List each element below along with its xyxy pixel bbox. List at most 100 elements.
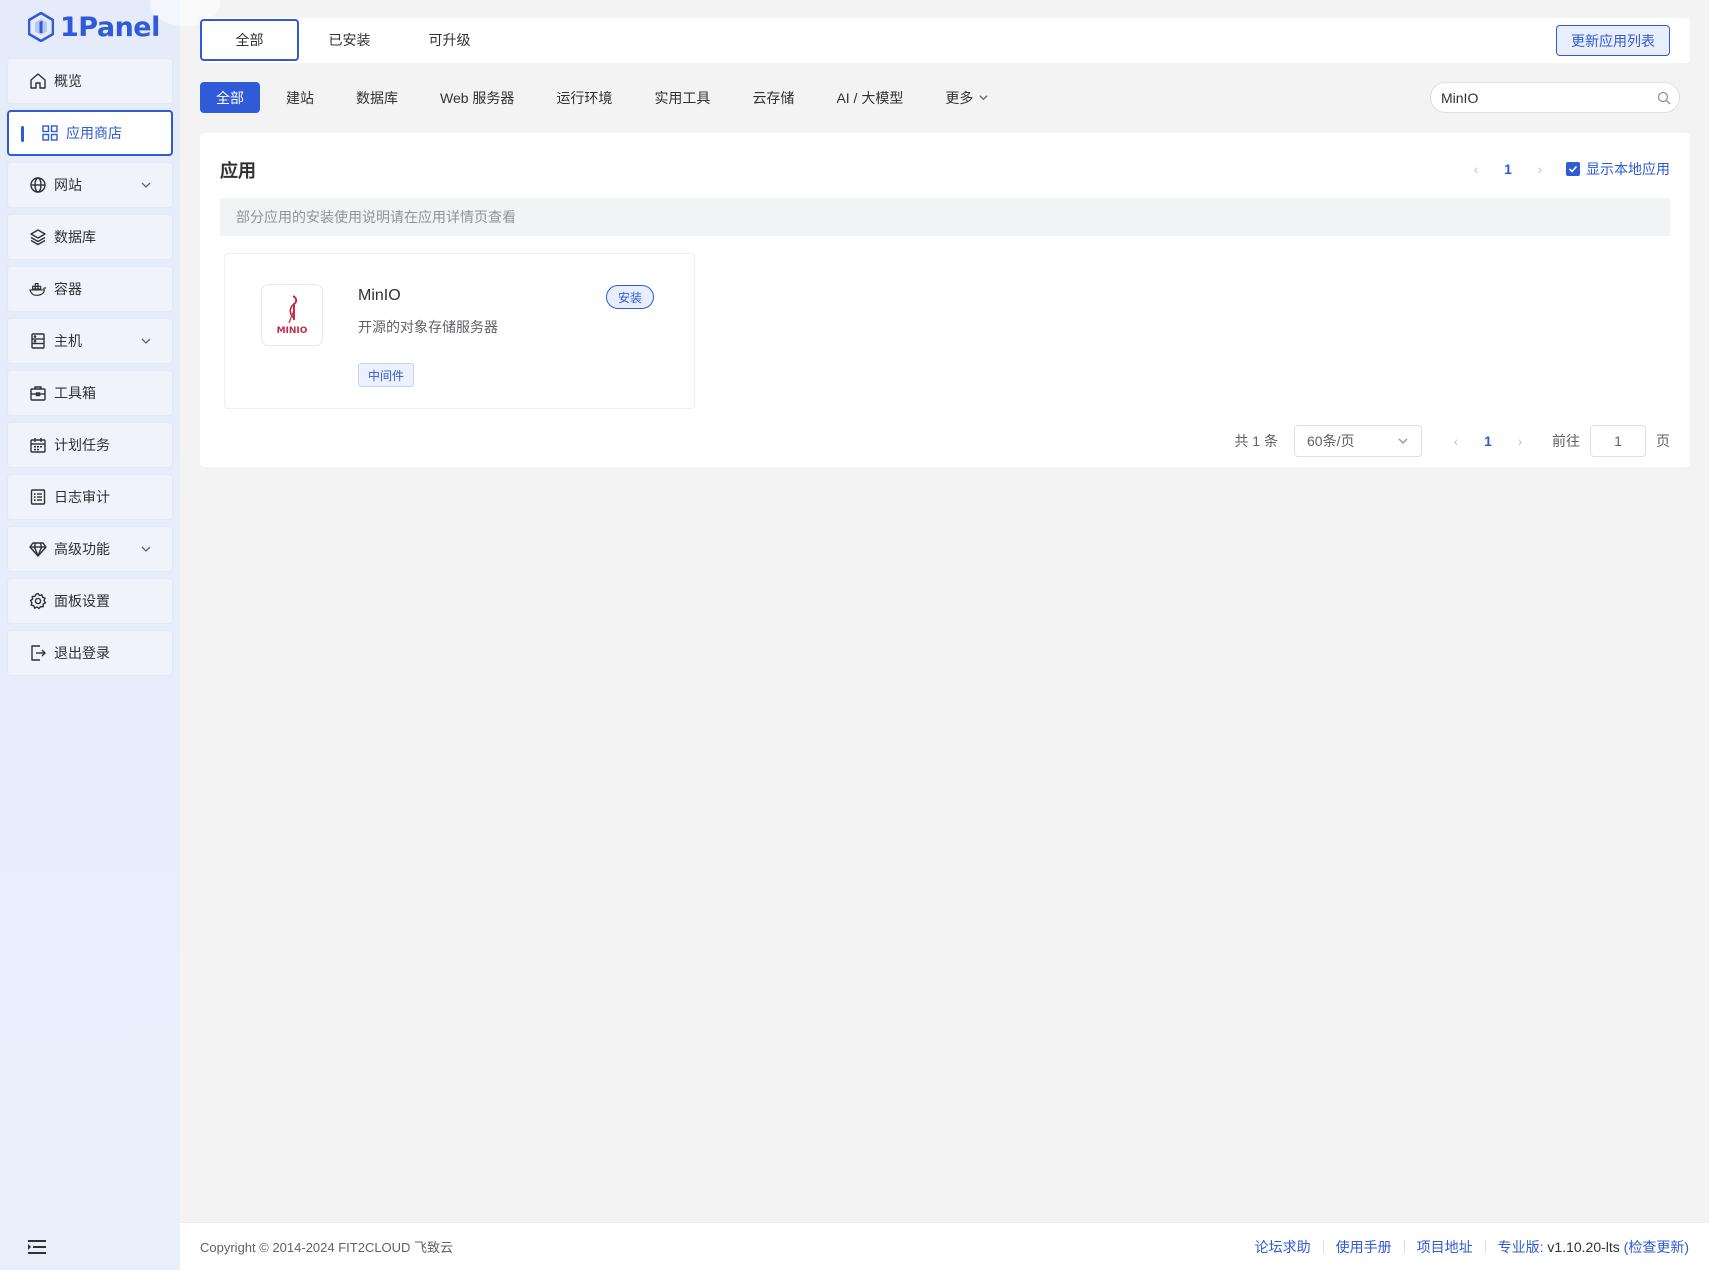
- sidebar-item-label: 容器: [54, 281, 82, 297]
- install-button[interactable]: 安装: [606, 285, 655, 309]
- category-runtime[interactable]: 运行环境: [540, 82, 628, 113]
- category-database[interactable]: 数据库: [340, 82, 414, 113]
- show-local-apps-checkbox[interactable]: 显示本地应用: [1566, 159, 1670, 179]
- sidebar-item-logout[interactable]: 退出登录: [7, 630, 173, 676]
- sidebar: 1Panel 概览 应用商店 网站 数据库 容器 主机 工具箱 计划任务 日志审…: [0, 0, 220, 1270]
- manual-link[interactable]: 使用手册: [1324, 1237, 1404, 1257]
- log-icon: [29, 488, 47, 506]
- diamond-icon: [29, 540, 47, 558]
- server-icon: [29, 332, 47, 350]
- sidebar-item-website[interactable]: 网站: [7, 162, 173, 208]
- minio-logo-text: MINIO: [277, 326, 308, 336]
- category-all[interactable]: 全部: [200, 82, 260, 113]
- current-page[interactable]: 1: [1492, 161, 1524, 177]
- update-app-list-button[interactable]: 更新应用列表: [1556, 25, 1670, 56]
- hexagon-logo-icon: [28, 12, 54, 42]
- category-more-label: 更多: [945, 89, 974, 106]
- grid-icon: [41, 124, 59, 142]
- goto-label: 前往: [1552, 433, 1580, 449]
- footer-links: 论坛求助 使用手册 项目地址 专业版: v1.10.20-lts (检查更新): [1243, 1237, 1689, 1257]
- prev-page-button[interactable]: ‹: [1440, 433, 1472, 449]
- info-notice: 部分应用的安装使用说明请在应用详情页查看: [220, 198, 1670, 236]
- home-icon: [29, 72, 47, 90]
- search-field: [1430, 82, 1680, 113]
- version-number: v1.10.20-lts: [1547, 1238, 1620, 1255]
- project-link[interactable]: 项目地址: [1405, 1237, 1485, 1257]
- app-card-minio[interactable]: MINIO MinIO 开源的对象存储服务器 安装 中间件: [224, 253, 695, 409]
- forum-link[interactable]: 论坛求助: [1243, 1237, 1323, 1257]
- footer: Copyright © 2014-2024 FIT2CLOUD 飞致云 论坛求助…: [180, 1222, 1709, 1270]
- sidebar-menu: 概览 应用商店 网站 数据库 容器 主机 工具箱 计划任务 日志审计 高级功能 …: [7, 58, 173, 682]
- tab-all[interactable]: 全部: [200, 19, 299, 61]
- sidebar-item-overview[interactable]: 概览: [7, 58, 173, 104]
- sidebar-item-label: 概览: [54, 73, 82, 89]
- goto-page-input[interactable]: [1590, 425, 1646, 457]
- pagination: 共 1 条 60条/页 ‹ 1 › 前往 页: [1234, 425, 1670, 457]
- category-website[interactable]: 建站: [270, 82, 330, 113]
- layers-icon: [29, 228, 47, 246]
- check-update-link[interactable]: (检查更新): [1624, 1239, 1689, 1255]
- active-indicator: [21, 126, 24, 142]
- chevron-down-icon: [979, 95, 988, 101]
- chevron-down-icon: [1398, 438, 1408, 444]
- collapse-sidebar-button[interactable]: [27, 1238, 47, 1259]
- sidebar-item-label: 数据库: [54, 229, 96, 245]
- copyright: Copyright © 2014-2024 FIT2CLOUD 飞致云: [200, 1240, 454, 1255]
- page-size-select[interactable]: 60条/页: [1294, 425, 1422, 457]
- next-page-button[interactable]: ›: [1524, 161, 1556, 177]
- category-filter: 全部 建站 数据库 Web 服务器 运行环境 实用工具 云存储 AI / 大模型…: [200, 82, 1015, 113]
- next-page-button[interactable]: ›: [1504, 433, 1536, 449]
- sidebar-item-label: 主机: [54, 333, 82, 349]
- logout-icon: [29, 644, 47, 662]
- sidebar-item-container[interactable]: 容器: [7, 266, 173, 312]
- tab-upgradable[interactable]: 可升级: [400, 19, 499, 61]
- app-list-panel: 应用 ‹ 1 › 显示本地应用 部分应用的安装使用说明请在应用详情页查看 MIN…: [200, 133, 1690, 467]
- minio-logo: MINIO: [261, 284, 323, 346]
- sidebar-item-toolbox[interactable]: 工具箱: [7, 370, 173, 416]
- sidebar-item-label: 面板设置: [54, 593, 110, 609]
- prev-page-button[interactable]: ‹: [1460, 161, 1492, 177]
- search-icon[interactable]: [1649, 91, 1679, 105]
- sidebar-item-cron[interactable]: 计划任务: [7, 422, 173, 468]
- edition-label: 专业版:: [1497, 1238, 1544, 1255]
- page-unit-label: 页: [1656, 433, 1670, 449]
- brand-name: 1Panel: [60, 11, 160, 43]
- docker-icon: [29, 280, 47, 298]
- sidebar-item-app-store[interactable]: 应用商店: [7, 110, 173, 156]
- gear-icon: [29, 592, 47, 610]
- page-size-value: 60条/页: [1307, 433, 1355, 449]
- toolbox-icon: [29, 384, 47, 402]
- sidebar-item-settings[interactable]: 面板设置: [7, 578, 173, 624]
- page-title: 应用: [220, 161, 256, 181]
- search-input[interactable]: [1441, 89, 1649, 106]
- category-more-dropdown[interactable]: 更多: [929, 82, 1005, 113]
- chevron-down-icon: [140, 542, 152, 558]
- category-ai[interactable]: AI / 大模型: [820, 82, 919, 113]
- tab-installed[interactable]: 已安装: [300, 19, 399, 61]
- app-description: 开源的对象存储服务器: [358, 319, 498, 335]
- menu-fold-icon: [28, 1240, 46, 1254]
- sidebar-item-logs[interactable]: 日志审计: [7, 474, 173, 520]
- show-local-apps-label: 显示本地应用: [1586, 161, 1670, 177]
- chevron-down-icon: [140, 178, 152, 194]
- version-info: 专业版: v1.10.20-lts (检查更新): [1486, 1237, 1689, 1257]
- calendar-icon: [29, 436, 47, 454]
- category-tools[interactable]: 实用工具: [638, 82, 726, 113]
- top-tabs-bar: 全部 已安装 可升级 更新应用列表: [200, 18, 1690, 63]
- sidebar-item-label: 计划任务: [54, 437, 110, 453]
- sidebar-item-host[interactable]: 主机: [7, 318, 173, 364]
- category-web-server[interactable]: Web 服务器: [424, 82, 530, 113]
- sidebar-item-label: 工具箱: [54, 385, 96, 401]
- category-cloud-storage[interactable]: 云存储: [736, 82, 810, 113]
- checkbox-checked-icon: [1566, 162, 1580, 176]
- top-pager: ‹ 1 › 显示本地应用: [1460, 159, 1670, 179]
- app-name: MinIO: [358, 287, 401, 304]
- sidebar-item-advanced[interactable]: 高级功能: [7, 526, 173, 572]
- sidebar-item-label: 退出登录: [54, 645, 110, 661]
- app-tag: 中间件: [358, 363, 415, 387]
- sidebar-item-label: 应用商店: [66, 125, 122, 141]
- brand-logo[interactable]: 1Panel: [28, 10, 160, 44]
- sidebar-item-label: 日志审计: [54, 489, 110, 505]
- current-page[interactable]: 1: [1472, 433, 1504, 449]
- sidebar-item-database[interactable]: 数据库: [7, 214, 173, 260]
